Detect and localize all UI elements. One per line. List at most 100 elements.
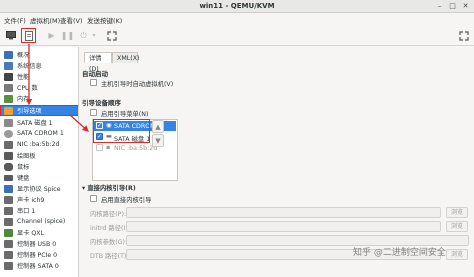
sidebar-item-sata-disk[interactable]: SATA 磁盘 1 (0, 117, 78, 128)
sidebar-item-serial[interactable]: 串口 1 (0, 205, 78, 216)
keyboard-icon (4, 174, 13, 181)
direct-kernel-expander[interactable]: ▾ 直接内核引导(R) (82, 183, 136, 192)
arrow-up-icon: ▲ (155, 123, 161, 131)
video-icon (4, 228, 13, 237)
sidebar-item-boot-options[interactable]: 引导选项 (0, 105, 78, 116)
expand-icon (458, 30, 469, 41)
info-page-icon (24, 30, 33, 41)
sata-controller-icon (4, 261, 13, 270)
pause-icon: ❚❚ (60, 31, 75, 40)
dtb-browse-button[interactable]: 浏览 (446, 249, 468, 260)
sidebar-item-keyboard[interactable]: 键盘 (0, 172, 78, 183)
sidebar-item-label: 控制器 SATA 0 (17, 263, 59, 270)
sidebar-item-tablet[interactable]: 绘图板 (0, 150, 78, 161)
system-icon (4, 61, 13, 70)
sidebar-item-video-qxl[interactable]: 显卡 QXL (0, 227, 78, 238)
shutdown-menu-button[interactable]: ▾ (90, 28, 98, 43)
menu-sendkey[interactable]: 发送按键(K) (87, 15, 122, 25)
initrd-path-input[interactable] (126, 221, 441, 232)
channel-icon (4, 217, 13, 226)
sidebar-item-label: 概况 (17, 52, 30, 59)
close-button[interactable]: ✕ (460, 1, 471, 12)
sidebar-item-label: CPU 数 (17, 85, 38, 92)
sidebar-item-mouse[interactable]: 鼠标 (0, 161, 78, 172)
info-icon (4, 50, 13, 59)
power-icon: ⏻ (80, 30, 87, 40)
sidebar-item-sysinfo[interactable]: 系统信息 (0, 60, 78, 71)
sound-icon (4, 195, 13, 204)
sidebar-item-sata-controller[interactable]: 控制器 SATA 0 (0, 260, 78, 271)
sidebar-item-overview[interactable]: 概况 (0, 49, 78, 60)
sidebar-item-nic[interactable]: NIC :ba:5b:2d (0, 139, 78, 150)
details-button[interactable] (21, 28, 36, 43)
initrd-browse-button[interactable]: 浏览 (446, 221, 468, 232)
window-title: win11 - QEMU/KVM (199, 2, 275, 10)
dtb-path-label: DTB 路径(T): (90, 253, 129, 260)
kernel-browse-button[interactable]: 浏览 (446, 207, 468, 218)
play-icon: ▶ (48, 31, 55, 40)
fullscreen-icon (106, 30, 117, 41)
boot-order-title: 引导设备顺序 (82, 99, 121, 107)
snapshots-button[interactable] (104, 28, 119, 43)
fullscreen-button[interactable] (456, 28, 471, 43)
boot-device-checkbox[interactable] (96, 144, 103, 151)
sidebar-item-pcie-controller[interactable]: 控制器 PCIe 0 (0, 249, 78, 260)
sidebar-item-label: NIC :ba:5b:2d (17, 141, 60, 148)
kernel-path-label: 内核路径(P): (90, 211, 127, 218)
hardware-sidebar: 概况 系统信息 性能 CPU 数 内存 引导选项 SATA 磁盘 1 SATA … (0, 47, 79, 277)
sidebar-item-label: 系统信息 (17, 63, 42, 70)
sidebar-item-sound[interactable]: 声卡 ich9 (0, 194, 78, 205)
sidebar-item-memory[interactable]: 内存 (0, 93, 78, 104)
minimize-button[interactable]: – (434, 1, 445, 12)
maximize-button[interactable]: □ (447, 1, 458, 12)
sidebar-item-sata-cdrom[interactable]: SATA CDROM 1 (0, 128, 78, 139)
menu-view[interactable]: 查看(V) (60, 15, 83, 25)
sidebar-item-label: 鼠标 (17, 164, 30, 171)
boot-device-label: NIC :ba:5b:2d (114, 144, 158, 152)
run-button[interactable]: ▶ (44, 28, 59, 43)
sidebar-item-label: 控制器 PCIe 0 (17, 252, 58, 259)
boot-devices-highlight (93, 119, 150, 143)
move-down-button[interactable]: ▼ (152, 134, 164, 147)
sidebar-item-label: 串口 1 (17, 208, 36, 215)
kernel-path-input[interactable] (126, 207, 441, 218)
console-button[interactable] (3, 28, 18, 43)
toolbar: ▶ ❚❚ ⏻ ▾ (0, 26, 474, 46)
sidebar-item-label: 绘图板 (17, 153, 36, 160)
shutdown-button[interactable]: ⏻ (76, 28, 91, 43)
sidebar-item-performance[interactable]: 性能 (0, 71, 78, 82)
sidebar-item-usb-controller[interactable]: 控制器 USB 0 (0, 238, 78, 249)
sidebar-item-label: 键盘 (17, 175, 30, 182)
menu-file[interactable]: 文件(F) (4, 15, 26, 25)
tab-xml[interactable]: XML(X) (112, 52, 139, 63)
menu-vm[interactable]: 虚拟机(M) (30, 15, 60, 25)
boot-menu-checkbox[interactable] (90, 109, 97, 116)
memory-icon (4, 94, 13, 103)
tab-details[interactable]: 详情(D) (84, 52, 112, 73)
boot-options-icon (4, 106, 13, 115)
pause-button[interactable]: ❚❚ (60, 28, 75, 43)
direct-kernel-checkbox[interactable] (90, 195, 97, 202)
usb-controller-icon (4, 239, 13, 248)
autostart-checkbox[interactable] (90, 79, 97, 86)
chevron-down-icon: ▾ (92, 32, 96, 39)
arrow-down-icon: ▼ (155, 137, 161, 145)
move-up-button[interactable]: ▲ (152, 120, 164, 133)
tablet-icon (4, 151, 13, 160)
performance-icon (4, 72, 13, 81)
window-titlebar: win11 - QEMU/KVM – □ ✕ (0, 0, 474, 13)
sidebar-item-label: Channel (spice) (17, 218, 66, 225)
watermark: 知乎 @二进制空间安全 (353, 248, 446, 258)
sidebar-item-display-spice[interactable]: 显示协议 Spice (0, 183, 78, 194)
details-panel: 详情(D) XML(X) 自动启动 主机引导时自动虚拟机(V) 引导设备顺序 启… (80, 47, 474, 277)
serial-icon (4, 206, 13, 215)
sidebar-item-cpu[interactable]: CPU 数 (0, 82, 78, 93)
kernel-args-label: 内核参数(G): (90, 239, 128, 246)
sidebar-item-label: 性能 (17, 74, 30, 81)
monitor-icon (5, 31, 16, 40)
sidebar-item-label: 声卡 ich9 (17, 197, 45, 204)
sidebar-item-label: 控制器 USB 0 (17, 241, 57, 248)
sidebar-item-channel[interactable]: Channel (spice) (0, 216, 78, 227)
sidebar-item-label: SATA CDROM 1 (17, 130, 64, 137)
nic-icon (4, 140, 13, 149)
